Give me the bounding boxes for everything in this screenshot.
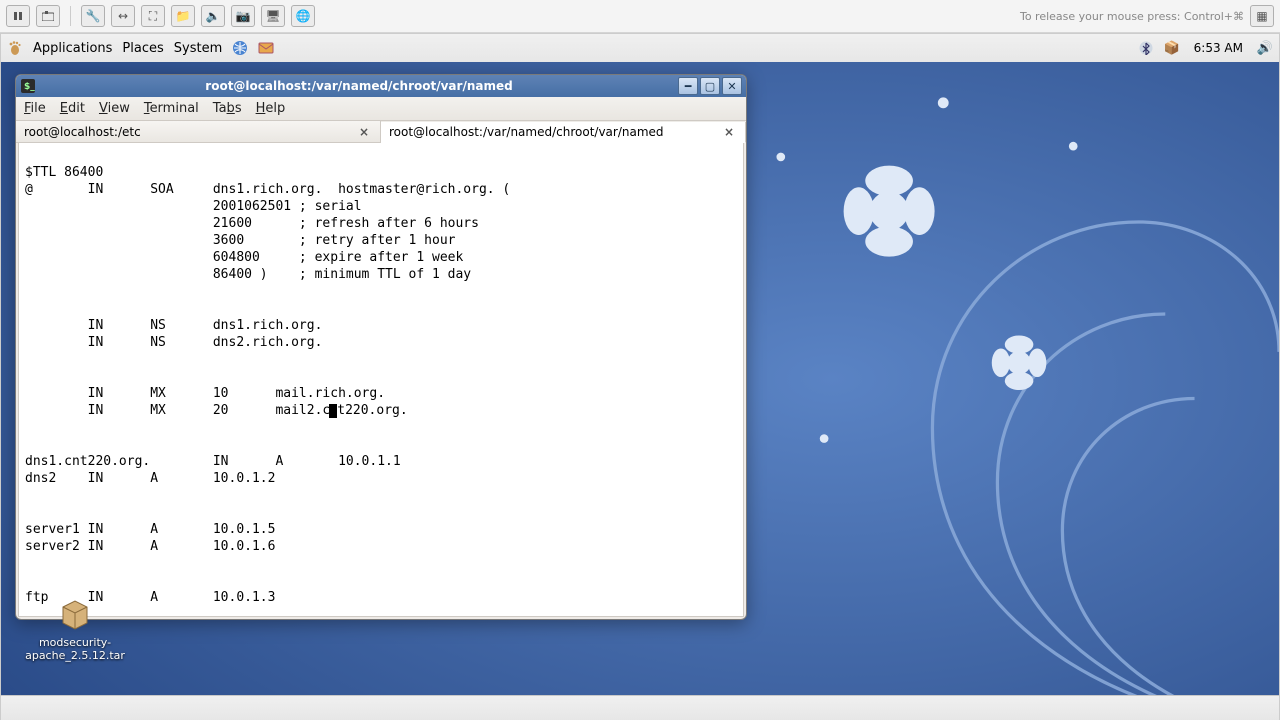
panel-clock[interactable]: 6:53 AM xyxy=(1190,41,1247,55)
vm-snapshot-button[interactable] xyxy=(36,5,60,27)
tab-close-icon[interactable]: × xyxy=(356,125,372,139)
zone-line: 3600 ; retry after 1 hour xyxy=(25,233,455,248)
vm-tile-icon[interactable]: ▦ xyxy=(1250,5,1274,27)
window-close-button[interactable]: ✕ xyxy=(722,77,742,95)
zone-line: IN NS dns2.rich.org. xyxy=(25,335,322,350)
vm-settings-icon[interactable]: 🔧 xyxy=(81,5,105,27)
vm-pause-button[interactable] xyxy=(6,5,30,27)
tab-label: root@localhost:/etc xyxy=(24,125,141,139)
vm-shared-folders-icon[interactable]: 📁 xyxy=(171,5,195,27)
desktop-file-icon[interactable]: modsecurity-apache_2.5.12.tar xyxy=(25,593,125,662)
zone-line: 21600 ; refresh after 6 hours xyxy=(25,216,479,231)
menu-file[interactable]: File xyxy=(24,101,46,116)
package-updates-icon[interactable]: 📦 xyxy=(1164,40,1180,56)
zone-line: t220.org. xyxy=(337,403,407,418)
vm-audio-icon[interactable]: 🔈 xyxy=(201,5,225,27)
menu-tabs[interactable]: Tabs xyxy=(213,101,242,116)
menu-applications[interactable]: Applications xyxy=(33,41,112,56)
terminal-tabbar: root@localhost:/etc × root@localhost:/va… xyxy=(16,121,746,143)
svg-text:$_: $_ xyxy=(24,82,35,92)
zone-line: 86400 ) ; minimum TTL of 1 day xyxy=(25,267,471,282)
terminal-menubar: File Edit View Terminal Tabs Help xyxy=(16,97,746,121)
menu-view[interactable]: View xyxy=(99,101,130,116)
bluetooth-icon[interactable] xyxy=(1138,40,1154,56)
zone-line: IN MX 20 mail2.c xyxy=(25,403,330,418)
zone-line: dns2 IN A 10.0.1.2 xyxy=(25,471,275,486)
vm-network-icon[interactable]: 🌐 xyxy=(291,5,315,27)
window-maximize-button[interactable]: ▢ xyxy=(700,77,720,95)
zone-line: dns1.cnt220.org. IN A 10.0.1.1 xyxy=(25,454,401,469)
tab-close-icon[interactable]: × xyxy=(721,125,737,139)
zone-line: $TTL 86400 xyxy=(25,165,103,180)
mail-launcher-icon[interactable] xyxy=(258,40,274,56)
menu-terminal[interactable]: Terminal xyxy=(144,101,199,116)
package-icon xyxy=(55,593,95,633)
browser-launcher-icon[interactable] xyxy=(232,40,248,56)
vm-display-icon[interactable]: 🖥 xyxy=(261,5,285,27)
desktop-file-label: modsecurity-apache_2.5.12.tar xyxy=(25,636,125,662)
menu-help[interactable]: Help xyxy=(256,101,286,116)
zone-line: IN MX 10 mail.rich.org. xyxy=(25,386,385,401)
window-minimize-button[interactable]: ━ xyxy=(678,77,698,95)
window-titlebar[interactable]: $_ root@localhost:/var/named/chroot/var/… xyxy=(16,75,746,97)
menu-places[interactable]: Places xyxy=(122,41,163,56)
zone-line: IN NS dns1.rich.org. xyxy=(25,318,322,333)
zone-line: server1 IN A 10.0.1.5 xyxy=(25,522,275,537)
foot-icon xyxy=(7,40,23,56)
terminal-tab-etc[interactable]: root@localhost:/etc × xyxy=(16,121,381,142)
vm-fullscreen-icon[interactable]: ⛶ xyxy=(141,5,165,27)
tab-label: root@localhost:/var/named/chroot/var/nam… xyxy=(389,125,664,139)
vm-toolbar: 🔧 ↔ ⛶ 📁 🔈 📷 🖥 🌐 To release your mouse pr… xyxy=(0,0,1280,33)
zone-line: 2001062501 ; serial xyxy=(25,199,362,214)
menu-edit[interactable]: Edit xyxy=(60,101,85,116)
window-title: root@localhost:/var/named/chroot/var/nam… xyxy=(42,79,676,93)
zone-line: @ IN SOA dns1.rich.org. hostmaster@rich.… xyxy=(25,182,510,197)
terminal-window: $_ root@localhost:/var/named/chroot/var/… xyxy=(15,74,747,620)
volume-icon[interactable]: 🔊 xyxy=(1257,40,1273,56)
vm-camera-icon[interactable]: 📷 xyxy=(231,5,255,27)
terminal-content[interactable]: $TTL 86400 @ IN SOA dns1.rich.org. hostm… xyxy=(18,143,744,617)
terminal-tab-named[interactable]: root@localhost:/var/named/chroot/var/nam… xyxy=(381,122,746,143)
zone-line: server2 IN A 10.0.1.6 xyxy=(25,539,275,554)
gnome-bottom-panel[interactable] xyxy=(1,695,1279,720)
vm-mouse-hint: To release your mouse press: Control+⌘ xyxy=(1020,10,1244,23)
zone-line: 604800 ; expire after 1 week xyxy=(25,250,463,265)
vm-resize-icon[interactable]: ↔ xyxy=(111,5,135,27)
desktop[interactable]: $_ root@localhost:/var/named/chroot/var/… xyxy=(1,62,1279,696)
terminal-icon: $_ xyxy=(20,78,36,94)
menu-system[interactable]: System xyxy=(174,41,222,56)
gnome-top-panel: Applications Places System 📦 6:53 AM 🔊 xyxy=(1,34,1279,63)
